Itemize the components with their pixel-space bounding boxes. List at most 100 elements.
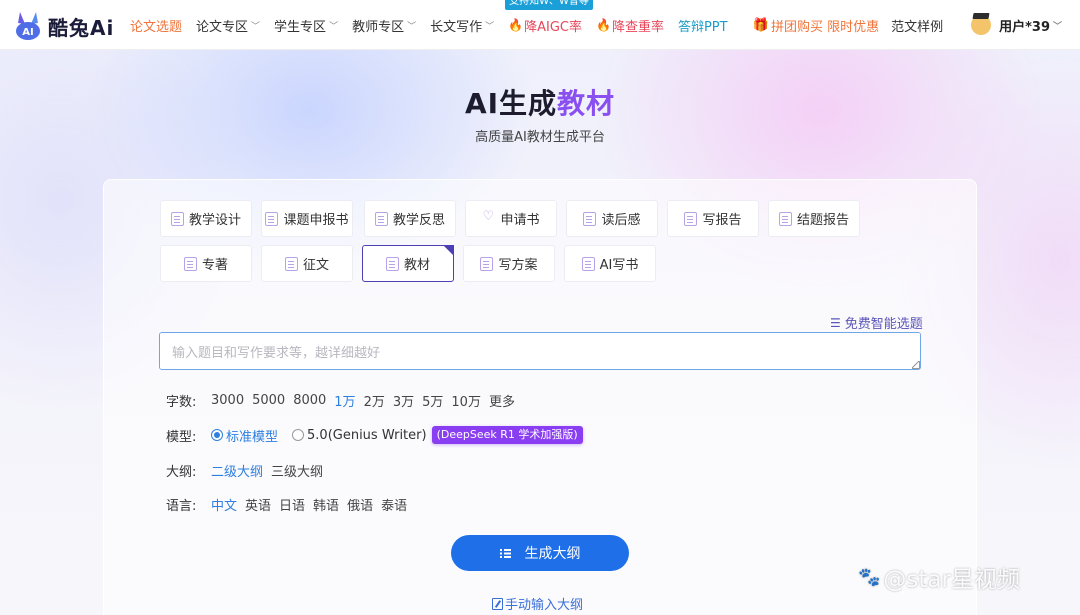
word-count-option[interactable]: 3000: [211, 393, 244, 408]
outline-option[interactable]: 三级大纲: [271, 461, 323, 480]
word-count-option[interactable]: 3万: [393, 391, 414, 410]
word-count-option[interactable]: 更多: [489, 391, 515, 410]
user-menu[interactable]: 用户*39 ﹀: [971, 15, 1062, 35]
book-icon: [385, 256, 399, 271]
group-buy-promo[interactable]: 🎁 拼团购买 限时优惠: [753, 16, 879, 35]
category-write-report[interactable]: 写报告: [667, 200, 759, 237]
nav-label: 降AIGC率: [524, 19, 582, 35]
title-accent: 教材: [557, 87, 616, 120]
category-label: 申请书: [500, 213, 540, 228]
avatar: [971, 15, 992, 35]
word-count-option[interactable]: 10万: [451, 391, 481, 410]
nav-reduce-duplicate[interactable]: 🔥 降查重率: [596, 16, 664, 35]
category-label: 课题申报书: [283, 213, 349, 228]
deepseek-badge: (DeepSeek R1 学术加强版): [431, 426, 583, 444]
nav-topic-selection[interactable]: 论文选题: [130, 16, 182, 35]
page-title: AI生成教材: [0, 82, 1080, 122]
title-main: AI生成: [464, 87, 558, 120]
category-project-application[interactable]: 课题申报书: [261, 200, 353, 237]
word-count-option[interactable]: 2万: [364, 391, 385, 410]
nav-label: 答辩PPT: [677, 19, 728, 35]
category-label: 征文: [302, 258, 329, 273]
model-row: 模型: 标准模型 5.0(Genius Writer) (DeepSeek R1…: [166, 425, 583, 445]
nav-long-writing[interactable]: 长文写作 ﹀: [430, 16, 494, 35]
rabbit-logo-icon: AI: [16, 12, 40, 40]
model-genius-radio[interactable]: 5.0(Genius Writer): [292, 428, 427, 443]
category-reading-notes[interactable]: 读后感: [566, 200, 658, 237]
smart-topic-link[interactable]: ☰ 免费智能选题: [830, 313, 923, 333]
nav-label: 论文专区: [196, 19, 249, 35]
category-label: 教学设计: [188, 213, 241, 228]
category-teaching-reflection[interactable]: 教学反思: [364, 200, 456, 237]
doc-icon: [284, 256, 298, 271]
doc-icon: [374, 211, 388, 226]
list-icon: ☰: [830, 315, 841, 330]
calendar-icon: [583, 211, 597, 226]
edit-icon: [492, 597, 503, 610]
nav-reduce-aigc[interactable]: 支持知W、W普等 🔥 降AIGC率: [505, 0, 593, 35]
manual-outline-link[interactable]: 手动输入大纲: [492, 594, 583, 613]
gift-icon: 🎁: [752, 17, 769, 33]
outline-option-selected[interactable]: 二级大纲: [211, 461, 263, 480]
resize-handle[interactable]: [912, 361, 920, 369]
language-option-selected[interactable]: 中文: [211, 495, 237, 514]
smart-topic-label: 免费智能选题: [844, 317, 923, 332]
category-application-letter[interactable]: 申请书: [465, 200, 557, 237]
word-count-option-selected[interactable]: 1万: [334, 391, 355, 410]
language-option[interactable]: 泰语: [381, 495, 407, 514]
language-option[interactable]: 韩语: [313, 495, 339, 514]
language-option[interactable]: 日语: [279, 495, 305, 514]
support-badge: 支持知W、W普等: [505, 0, 593, 10]
radio-icon: [292, 429, 305, 441]
word-count-label: 字数:: [166, 394, 197, 410]
language-label: 语言:: [166, 498, 197, 514]
book-icon: [183, 256, 197, 271]
doc-icon: [581, 256, 595, 271]
manual-outline-label: 手动输入大纲: [505, 598, 584, 613]
nav-defense-ppt[interactable]: 答辩PPT: [678, 16, 728, 35]
category-monograph[interactable]: 专著: [160, 245, 252, 282]
category-teaching-design[interactable]: 教学设计: [160, 200, 252, 237]
topic-input[interactable]: [159, 332, 921, 370]
language-option[interactable]: 英语: [245, 495, 271, 514]
main-nav: 论文选题 论文专区 ﹀ 学生专区 ﹀ 教师专区 ﹀ 长文写作 ﹀ 支持知W、W普等 🔥 降…: [130, 0, 742, 50]
word-count-option[interactable]: 5000: [252, 393, 285, 408]
generate-label: 生成大纲: [524, 546, 581, 562]
model-option-label: 标准模型: [226, 429, 279, 445]
list-icon: [499, 548, 511, 558]
category-textbook[interactable]: 教材: [362, 245, 454, 282]
top-navigation-bar: AI 酷兔Ai 论文选题 论文专区 ﹀ 学生专区 ﹀ 教师专区 ﹀ 长文写作 ﹀ 支持知…: [0, 0, 1080, 50]
nav-label: 长文写作: [430, 19, 483, 35]
header-right: 🎁 拼团购买 限时优惠 范文样例 用户*39 ﹀: [753, 0, 1062, 50]
chevron-down-icon: ﹀: [485, 21, 495, 32]
category-label: 教材: [403, 258, 430, 273]
search-doc-icon: [684, 211, 698, 226]
language-option[interactable]: 俄语: [347, 495, 373, 514]
logo[interactable]: AI 酷兔Ai: [12, 10, 114, 42]
generate-outline-button[interactable]: 生成大纲: [451, 535, 629, 571]
watermark: 🐾 @star星视频: [858, 560, 1020, 594]
nav-student-zone[interactable]: 学生专区 ﹀: [274, 16, 338, 35]
category-label: AI写书: [599, 258, 639, 273]
doc-icon: [265, 211, 279, 226]
model-standard-radio[interactable]: 标准模型: [211, 426, 278, 445]
flame-icon: 🔥: [508, 18, 524, 32]
nav-label: 降查重率: [611, 19, 664, 35]
nav-teacher-zone[interactable]: 教师专区 ﹀: [352, 16, 416, 35]
language-row: 语言: 中文 英语 日语 韩语 俄语 泰语: [166, 494, 415, 514]
category-essay-contest[interactable]: 征文: [261, 245, 353, 282]
paw-icon: 🐾: [858, 566, 881, 588]
category-final-report[interactable]: 结题报告: [768, 200, 860, 237]
category-write-plan[interactable]: 写方案: [463, 245, 555, 282]
chevron-down-icon: ﹀: [329, 21, 339, 32]
doc-icon: [778, 211, 792, 226]
samples-link[interactable]: 范文样例: [891, 16, 943, 35]
word-count-option[interactable]: 5万: [422, 391, 443, 410]
chevron-down-icon: ﹀: [1052, 21, 1062, 32]
word-count-option[interactable]: 8000: [293, 393, 326, 408]
nav-thesis-zone[interactable]: 论文专区 ﹀: [196, 16, 260, 35]
category-label: 结题报告: [796, 213, 849, 228]
category-ai-book[interactable]: AI写书: [564, 245, 656, 282]
word-count-row: 字数: 3000 5000 8000 1万 2万 3万 5万 10万 更多: [166, 390, 523, 410]
heart-icon: [482, 209, 495, 226]
